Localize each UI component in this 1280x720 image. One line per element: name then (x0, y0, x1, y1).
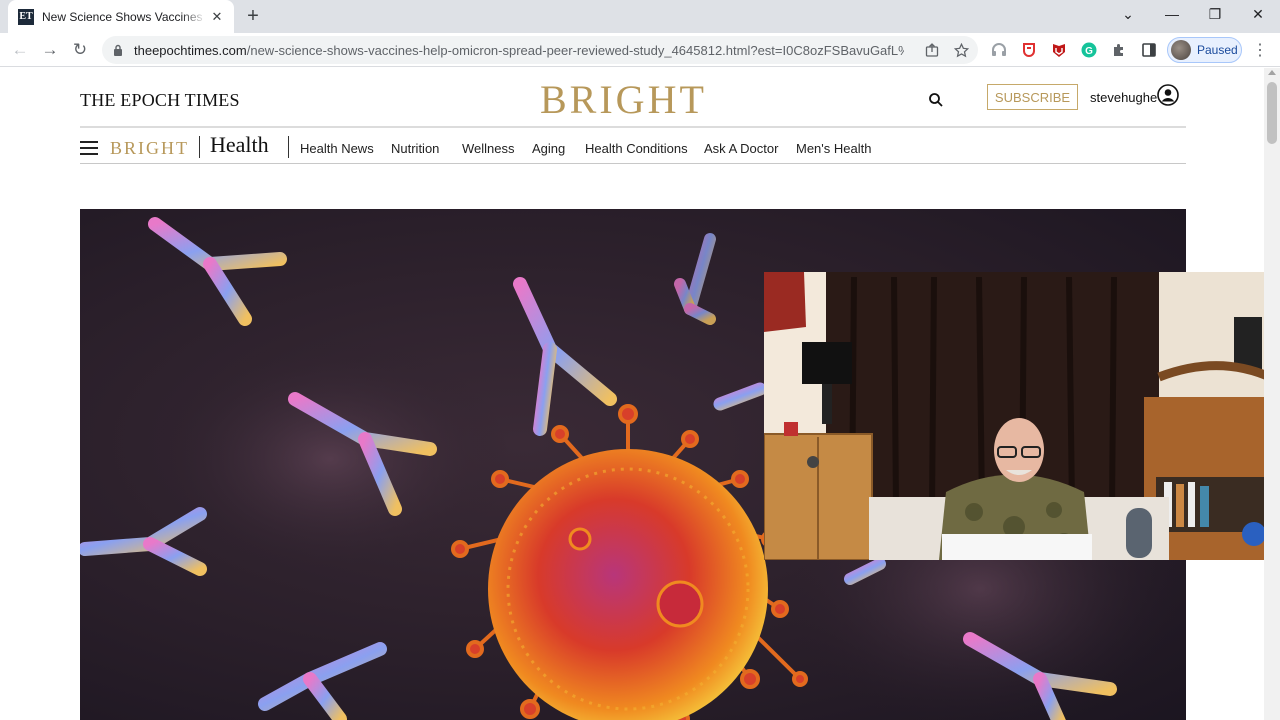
close-window-button[interactable]: ✕ (1236, 0, 1280, 28)
profile-button[interactable]: Paused (1167, 37, 1242, 63)
antibody-shape (674, 233, 716, 325)
tab-strip: ET New Science Shows Vaccines Help Omicr… (0, 0, 1280, 33)
scroll-up-arrow-icon[interactable] (1268, 70, 1276, 75)
nav-link-ask-a-doctor[interactable]: Ask A Doctor (704, 141, 778, 156)
antibody-shape (713, 382, 767, 411)
mcafee-extension-icon[interactable] (1050, 41, 1068, 59)
antibody-shape (148, 217, 287, 326)
tab-search-dropdown-icon[interactable]: ⌄ (1106, 0, 1150, 28)
url-host: theepochtimes.com (134, 42, 247, 58)
section-bright-logo[interactable]: BRIGHT (110, 138, 189, 159)
restore-window-button[interactable]: ❐ (1193, 0, 1237, 28)
page-scrollbar[interactable] (1264, 68, 1280, 720)
nav-link-health-conditions[interactable]: Health Conditions (585, 141, 688, 156)
new-tab-button[interactable]: + (242, 5, 264, 27)
bookmark-star-icon[interactable] (953, 42, 969, 58)
antibody-shape (513, 277, 617, 436)
user-account-icon[interactable] (1157, 84, 1179, 106)
search-icon[interactable] (928, 92, 944, 108)
forward-button[interactable]: → (37, 37, 63, 63)
scrollbar-thumb[interactable] (1267, 82, 1277, 144)
tab-close-icon[interactable]: ✕ (208, 8, 226, 26)
address-bar[interactable]: theepochtimes.com/new-science-shows-vacc… (102, 36, 978, 64)
username-link[interactable]: stevehughe (1090, 90, 1157, 105)
webcam-overlay-video (764, 272, 1280, 560)
tab-title: New Science Shows Vaccines Help Omicron … (42, 9, 206, 24)
browser-tab-active[interactable]: ET New Science Shows Vaccines Help Omicr… (8, 0, 234, 33)
nav-link-wellness[interactable]: Wellness (462, 141, 515, 156)
url-path: /new-science-shows-vaccines-help-omicron… (246, 42, 904, 58)
subscribe-button[interactable]: SUBSCRIBE (987, 84, 1078, 110)
epoch-times-favicon-icon: ET (18, 8, 34, 25)
nav-rule (80, 163, 1186, 164)
section-divider (199, 136, 200, 158)
grammarly-extension-icon[interactable]: G (1080, 41, 1098, 59)
epoch-times-logo[interactable]: THE EPOCH TIMES (80, 90, 240, 111)
browser-toolbar: ← → ↻ theepochtimes.com/new-science-show… (0, 33, 1280, 67)
minimize-window-button[interactable]: — (1150, 0, 1194, 28)
antibody-shape (258, 642, 387, 720)
nav-link-aging[interactable]: Aging (532, 141, 565, 156)
section-title[interactable]: Health (210, 132, 269, 158)
nav-link-health-news[interactable]: Health News (300, 141, 374, 156)
hamburger-menu-icon[interactable] (80, 141, 98, 155)
shield-extension-icon[interactable] (1020, 41, 1038, 59)
svg-text:G: G (1085, 46, 1093, 57)
profile-avatar (1171, 40, 1191, 60)
section-divider (288, 136, 289, 158)
puzzle-extensions-icon[interactable] (1110, 41, 1128, 59)
back-button[interactable]: ← (7, 37, 33, 63)
bright-logo[interactable]: BRIGHT (540, 76, 707, 123)
share-icon[interactable] (924, 42, 940, 58)
sidepanel-icon[interactable] (1140, 41, 1158, 59)
profile-status-label: Paused (1197, 43, 1238, 57)
reload-button[interactable]: ↻ (67, 37, 93, 63)
url-text[interactable]: theepochtimes.com/new-science-shows-vacc… (134, 43, 904, 58)
nav-link-mens-health[interactable]: Men's Health (796, 141, 871, 156)
browser-menu-icon[interactable]: ⋮ (1252, 41, 1268, 59)
header-rule (80, 126, 1186, 128)
lock-icon[interactable] (112, 44, 124, 56)
nav-link-nutrition[interactable]: Nutrition (391, 141, 439, 156)
curtain-shape (826, 272, 1162, 512)
headphones-extension-icon[interactable] (990, 41, 1008, 59)
antibody-shape (80, 507, 207, 576)
